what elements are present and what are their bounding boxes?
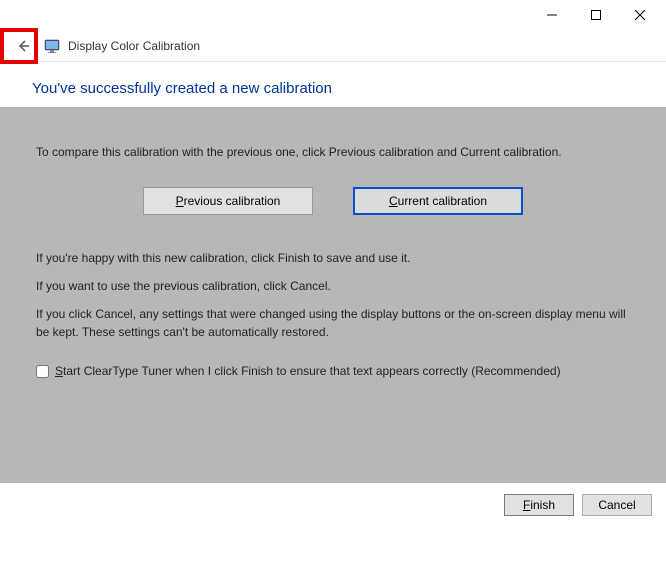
footer: Finish Cancel bbox=[0, 483, 666, 527]
finish-button[interactable]: Finish bbox=[504, 494, 574, 516]
header-bar: Display Color Calibration bbox=[0, 30, 666, 62]
titlebar bbox=[0, 0, 666, 30]
cancel-button[interactable]: Cancel bbox=[582, 494, 652, 516]
window-title: Display Color Calibration bbox=[68, 39, 200, 53]
page-heading: You've successfully created a new calibr… bbox=[32, 80, 634, 97]
minimize-button[interactable] bbox=[530, 1, 574, 29]
app-icon bbox=[44, 38, 60, 54]
cancel-instruction: If you want to use the previous calibrat… bbox=[36, 277, 630, 295]
back-button[interactable] bbox=[8, 31, 38, 61]
cleartype-checkbox[interactable] bbox=[36, 365, 49, 378]
close-button[interactable] bbox=[618, 1, 662, 29]
arrow-left-icon bbox=[15, 38, 31, 54]
compare-buttons-row: Previous calibration Current calibration bbox=[36, 187, 630, 215]
heading-area: You've successfully created a new calibr… bbox=[0, 62, 666, 107]
maximize-button[interactable] bbox=[574, 1, 618, 29]
content-panel: To compare this calibration with the pre… bbox=[0, 107, 666, 483]
previous-calibration-button[interactable]: Previous calibration bbox=[143, 187, 313, 215]
cleartype-checkbox-label[interactable]: Start ClearType Tuner when I click Finis… bbox=[55, 363, 561, 380]
current-calibration-button[interactable]: Current calibration bbox=[353, 187, 523, 215]
cancel-note: If you click Cancel, any settings that w… bbox=[36, 305, 630, 341]
compare-instruction: To compare this calibration with the pre… bbox=[36, 143, 630, 161]
finish-instruction: If you're happy with this new calibratio… bbox=[36, 249, 630, 267]
cleartype-checkbox-row: Start ClearType Tuner when I click Finis… bbox=[36, 363, 630, 380]
